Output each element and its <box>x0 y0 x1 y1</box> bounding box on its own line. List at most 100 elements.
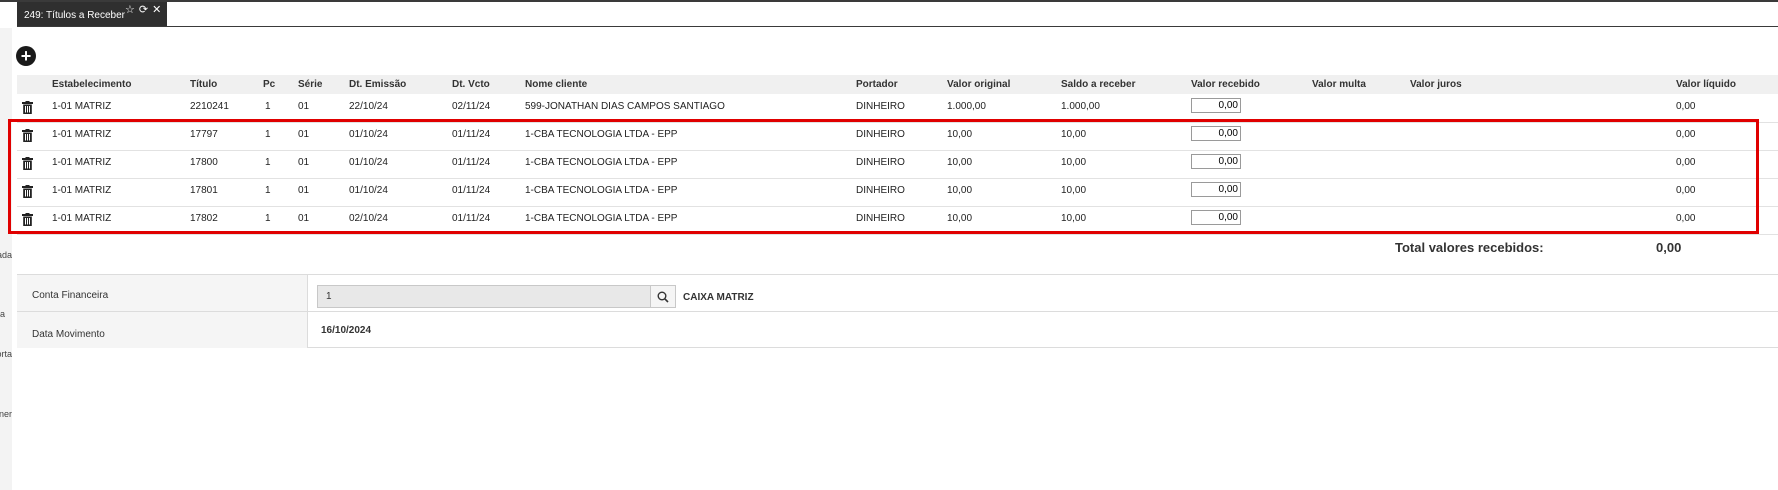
cell-portador: DINHEIRO <box>856 213 905 224</box>
cell-serie: 01 <box>298 129 310 140</box>
star-outline-icon[interactable]: ☆ <box>125 3 137 16</box>
table-row: 1-01 MATRIZ 2210241 1 01 22/10/24 02/11/… <box>17 94 1778 123</box>
table-row: 1-01 MATRIZ 17802 1 01 02/10/24 01/11/24… <box>17 206 1778 235</box>
payment-form: Conta Financeira CAIXA MATRIZ Data Movim… <box>17 274 1778 348</box>
cell-dt-emissao: 01/10/24 <box>349 185 388 196</box>
header-estabelecimento: Estabelecimento <box>52 79 132 90</box>
refresh-icon[interactable]: ⟳ <box>139 3 150 16</box>
header-valor-juros: Valor juros <box>1410 79 1462 90</box>
conta-financeira-input[interactable] <box>317 285 651 308</box>
search-button[interactable] <box>651 285 676 308</box>
cell-portador: DINHEIRO <box>856 185 905 196</box>
valor-recebido-input[interactable] <box>1191 210 1241 225</box>
cell-dt-vcto: 01/11/24 <box>452 213 491 224</box>
valor-recebido-input[interactable] <box>1191 154 1241 169</box>
cell-titulo: 17802 <box>190 213 218 224</box>
cell-titulo: 17800 <box>190 157 218 168</box>
form-row-conta: Conta Financeira CAIXA MATRIZ <box>17 275 1778 311</box>
conta-financeira-description: CAIXA MATRIZ <box>683 292 754 303</box>
valor-recebido-input[interactable] <box>1191 126 1241 141</box>
cell-estabelecimento: 1-01 MATRIZ <box>52 129 112 140</box>
cell-serie: 01 <box>298 185 310 196</box>
cell-titulo: 17801 <box>190 185 218 196</box>
trash-icon[interactable] <box>22 185 33 198</box>
cell-dt-emissao: 02/10/24 <box>349 213 388 224</box>
cell-portador: DINHEIRO <box>856 129 905 140</box>
cell-serie: 01 <box>298 157 310 168</box>
tab-titulos-a-receber[interactable]: 249: Títulos a Receber ☆ ⟳ ✕ <box>17 2 167 26</box>
cell-dt-emissao: 01/10/24 <box>349 129 388 140</box>
header-nome-cliente: Nome cliente <box>525 79 588 90</box>
header-valor-recebido: Valor recebido <box>1191 79 1260 90</box>
cell-dt-vcto: 01/11/24 <box>452 129 491 140</box>
cell-valor-original: 10,00 <box>947 129 973 140</box>
header-titulo: Título <box>190 79 218 90</box>
total-value: 0,00 <box>1656 240 1682 255</box>
cell-serie: 01 <box>298 101 310 112</box>
header-serie: Série <box>298 79 323 90</box>
cell-pc: 1 <box>265 157 271 168</box>
data-movimento-label: Data Movimento <box>32 329 105 340</box>
cell-serie: 01 <box>298 213 310 224</box>
cell-valor-original: 10,00 <box>947 185 973 196</box>
gutter-fragment: orta <box>0 349 12 359</box>
table-row: 1-01 MATRIZ 17797 1 01 01/10/24 01/11/24… <box>17 122 1778 151</box>
gutter-fragment: ada <box>0 250 12 260</box>
total-label: Total valores recebidos: <box>1395 240 1544 255</box>
cell-dt-vcto: 01/11/24 <box>452 157 491 168</box>
header-pc: Pc <box>263 79 276 90</box>
cell-dt-vcto: 02/11/24 <box>452 101 491 112</box>
trash-icon[interactable] <box>22 129 33 142</box>
cell-dt-vcto: 01/11/24 <box>452 185 491 196</box>
cell-valor-liquido: 0,00 <box>1676 129 1696 140</box>
tab-actions: ☆ ⟳ ✕ <box>125 3 165 16</box>
cell-valor-liquido: 0,00 <box>1676 213 1696 224</box>
header-saldo-receber: Saldo a receber <box>1061 79 1136 90</box>
header-dt-emissao: Dt. Emissão <box>349 79 407 90</box>
header-dt-vcto: Dt. Vcto <box>452 79 490 90</box>
cell-saldo-receber: 10,00 <box>1061 157 1087 168</box>
cell-valor-liquido: 0,00 <box>1676 101 1696 112</box>
add-button[interactable]: + <box>16 46 36 66</box>
cell-estabelecimento: 1-01 MATRIZ <box>52 213 112 224</box>
cell-dt-emissao: 01/10/24 <box>349 157 388 168</box>
form-label-cell: Data Movimento <box>17 312 308 348</box>
table-row: 1-01 MATRIZ 17801 1 01 01/10/24 01/11/24… <box>17 178 1778 207</box>
trash-icon[interactable] <box>22 101 33 114</box>
valor-recebido-input[interactable] <box>1191 98 1241 113</box>
trash-icon[interactable] <box>22 157 33 170</box>
cell-nome-cliente: 599-JONATHAN DIAS CAMPOS SANTIAGO <box>525 101 725 112</box>
cell-estabelecimento: 1-01 MATRIZ <box>52 101 112 112</box>
header-portador: Portador <box>856 79 898 90</box>
cell-nome-cliente: 1-CBA TECNOLOGIA LTDA - EPP <box>525 157 678 168</box>
gutter-fragment: ner <box>0 409 12 419</box>
form-label-cell: Conta Financeira <box>17 275 308 311</box>
header-valor-liquido: Valor líquido <box>1676 79 1737 90</box>
data-movimento-value[interactable]: 16/10/2024 <box>321 325 371 336</box>
cell-titulo: 2210241 <box>190 101 229 112</box>
close-icon[interactable]: ✕ <box>152 3 163 16</box>
cell-valor-liquido: 0,00 <box>1676 185 1696 196</box>
tab-underline <box>17 26 1778 27</box>
cell-valor-original: 10,00 <box>947 213 973 224</box>
cell-titulo: 17797 <box>190 129 218 140</box>
left-sidebar-edge: ada a orta ner <box>0 28 12 490</box>
cell-portador: DINHEIRO <box>856 157 905 168</box>
cell-valor-original: 1.000,00 <box>947 101 986 112</box>
gutter-fragment: a <box>0 309 6 319</box>
cell-nome-cliente: 1-CBA TECNOLOGIA LTDA - EPP <box>525 213 678 224</box>
cell-valor-liquido: 0,00 <box>1676 157 1696 168</box>
header-valor-multa: Valor multa <box>1312 79 1366 90</box>
cell-estabelecimento: 1-01 MATRIZ <box>52 157 112 168</box>
table-header: Estabelecimento Título Pc Série Dt. Emis… <box>17 75 1778 94</box>
cell-portador: DINHEIRO <box>856 101 905 112</box>
form-row-data: Data Movimento 16/10/2024 <box>17 311 1778 348</box>
cell-saldo-receber: 10,00 <box>1061 185 1087 196</box>
cell-saldo-receber: 1.000,00 <box>1061 101 1100 112</box>
cell-nome-cliente: 1-CBA TECNOLOGIA LTDA - EPP <box>525 129 678 140</box>
cell-saldo-receber: 10,00 <box>1061 129 1087 140</box>
search-icon <box>657 291 669 303</box>
trash-icon[interactable] <box>22 213 33 226</box>
valor-recebido-input[interactable] <box>1191 182 1241 197</box>
cell-nome-cliente: 1-CBA TECNOLOGIA LTDA - EPP <box>525 185 678 196</box>
